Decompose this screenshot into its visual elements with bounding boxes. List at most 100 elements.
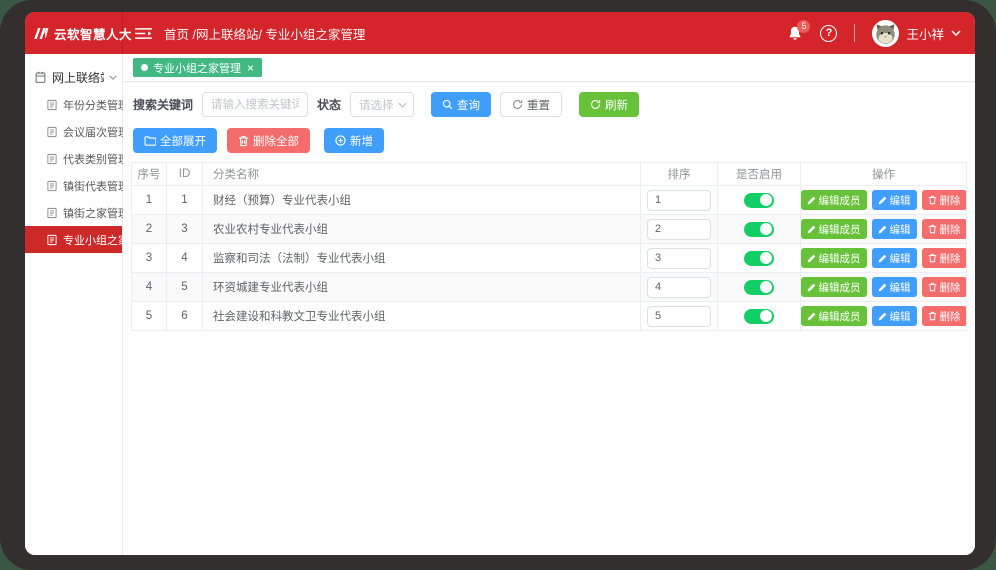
document-icon [46, 126, 58, 138]
sidebar-item-rep-category[interactable]: 代表类别管理 [25, 145, 122, 172]
cell-index: 2 [132, 215, 167, 243]
cell-id: 5 [167, 273, 203, 301]
add-button[interactable]: 新增 [324, 128, 384, 153]
plus-circle-icon [335, 135, 346, 146]
edit-members-button[interactable]: 编辑成员 [801, 248, 867, 268]
delete-button[interactable]: 删除 [922, 190, 967, 210]
pencil-icon [807, 312, 816, 321]
document-icon [46, 99, 58, 111]
refresh-icon [590, 99, 601, 110]
edit-members-button[interactable]: 编辑成员 [801, 190, 867, 210]
pencil-icon [807, 283, 816, 292]
table-row: 2 3 农业农村专业代表小组 编辑成员 编辑 删除 [132, 215, 966, 244]
notebook-icon [34, 71, 47, 84]
edit-members-button[interactable]: 编辑成员 [801, 306, 867, 326]
chevron-down-icon [109, 75, 117, 80]
main-content: 专业小组之家管理 × 搜索关键词 状态 请选择 查询 [123, 54, 975, 555]
cell-name: 农业农村专业代表小组 [203, 215, 641, 243]
app-header: 云软智慧人大 首页 /网上联络站/ 专业小组之家管理 5 ? [25, 12, 975, 54]
status-label: 状态 [317, 96, 341, 113]
delete-button[interactable]: 删除 [922, 219, 967, 239]
edit-button[interactable]: 编辑 [872, 306, 917, 326]
sort-input[interactable] [647, 277, 711, 298]
delete-button[interactable]: 删除 [922, 248, 967, 268]
reset-button[interactable]: 重置 [500, 92, 562, 117]
edit-button[interactable]: 编辑 [872, 219, 917, 239]
cell-index: 5 [132, 302, 167, 330]
status-select-value: 请选择 [359, 97, 394, 113]
delete-all-button[interactable]: 删除全部 [227, 128, 310, 153]
chevron-down-icon [951, 30, 961, 36]
pencil-icon [807, 225, 816, 234]
header-actions: 5 ? 王小祥 [787, 12, 975, 54]
edit-button[interactable]: 编辑 [872, 277, 917, 297]
delete-button[interactable]: 删除 [922, 277, 967, 297]
collapse-sidebar-icon[interactable] [135, 27, 152, 40]
pencil-icon [878, 312, 887, 321]
tabs-bar: 专业小组之家管理 × [123, 54, 975, 82]
sidebar-group-online-station[interactable]: 网上联络站 [25, 63, 122, 91]
trash-icon [928, 253, 937, 263]
sort-input[interactable] [647, 248, 711, 269]
col-header-index: 序号 [132, 163, 167, 185]
trash-icon [928, 311, 937, 321]
sidebar-item-label: 会议届次管理 [63, 124, 129, 140]
search-form: 搜索关键词 状态 请选择 查询 重置 刷新 [123, 82, 975, 124]
data-table: 序号 ID 分类名称 排序 是否启用 操作 1 1 财经（预算）专业代表小组 编… [131, 162, 967, 331]
notification-badge: 5 [797, 20, 810, 33]
refresh-button[interactable]: 刷新 [579, 92, 639, 117]
enable-toggle[interactable] [744, 251, 774, 266]
enable-toggle[interactable] [744, 193, 774, 208]
sidebar-item-town-home[interactable]: 镇街之家管理 [25, 199, 122, 226]
sidebar: 网上联络站 年份分类管理 会议届次管理 代表类别管理 镇街代表管理 镇 [25, 54, 123, 555]
table-row: 1 1 财经（预算）专业代表小组 编辑成员 编辑 删除 [132, 186, 966, 215]
cell-name: 社会建设和科教文卫专业代表小组 [203, 302, 641, 330]
col-header-sort: 排序 [641, 163, 718, 185]
edit-members-button[interactable]: 编辑成员 [801, 219, 867, 239]
enable-toggle[interactable] [744, 222, 774, 237]
sidebar-item-town-rep[interactable]: 镇街代表管理 [25, 172, 122, 199]
breadcrumb[interactable]: 首页 /网上联络站/ 专业小组之家管理 [164, 24, 365, 43]
notifications-button[interactable]: 5 [787, 25, 803, 42]
table-row: 4 5 环资城建专业代表小组 编辑成员 编辑 删除 [132, 273, 966, 302]
refresh-icon [512, 99, 523, 110]
status-select[interactable]: 请选择 [350, 92, 414, 117]
cell-index: 1 [132, 186, 167, 214]
logo-area: 云软智慧人大 [25, 12, 123, 54]
chevron-down-icon [398, 102, 407, 108]
table-row: 5 6 社会建设和科教文卫专业代表小组 编辑成员 编辑 删除 [132, 302, 966, 331]
sidebar-item-session-mgmt[interactable]: 会议届次管理 [25, 118, 122, 145]
document-icon [46, 153, 58, 165]
enable-toggle[interactable] [744, 280, 774, 295]
cell-index: 4 [132, 273, 167, 301]
trash-icon [928, 282, 937, 292]
cell-id: 3 [167, 215, 203, 243]
document-icon [46, 207, 58, 219]
pencil-icon [878, 283, 887, 292]
sort-input[interactable] [647, 219, 711, 240]
pencil-icon [807, 254, 816, 263]
keyword-input[interactable] [202, 92, 308, 117]
edit-button[interactable]: 编辑 [872, 190, 917, 210]
sidebar-item-pro-group-home[interactable]: 专业小组之家管理 [25, 226, 122, 253]
expand-all-button[interactable]: 全部展开 [133, 128, 217, 153]
col-header-name: 分类名称 [203, 163, 641, 185]
enable-toggle[interactable] [744, 309, 774, 324]
cell-index: 3 [132, 244, 167, 272]
edit-members-button[interactable]: 编辑成员 [801, 277, 867, 297]
sort-input[interactable] [647, 190, 711, 211]
app-title: 云软智慧人大 [54, 24, 132, 43]
pencil-icon [807, 196, 816, 205]
edit-button[interactable]: 编辑 [872, 248, 917, 268]
query-button[interactable]: 查询 [431, 92, 491, 117]
sort-input[interactable] [647, 306, 711, 327]
tab-pro-group-home[interactable]: 专业小组之家管理 × [133, 58, 262, 77]
user-menu[interactable]: 王小祥 [872, 20, 961, 47]
close-tab-icon[interactable]: × [247, 62, 254, 74]
delete-button[interactable]: 删除 [922, 306, 967, 326]
sidebar-item-label: 镇街代表管理 [63, 178, 129, 194]
cell-name: 环资城建专业代表小组 [203, 273, 641, 301]
sidebar-item-year-category[interactable]: 年份分类管理 [25, 91, 122, 118]
help-button[interactable]: ? [820, 25, 837, 42]
document-icon [46, 234, 58, 246]
